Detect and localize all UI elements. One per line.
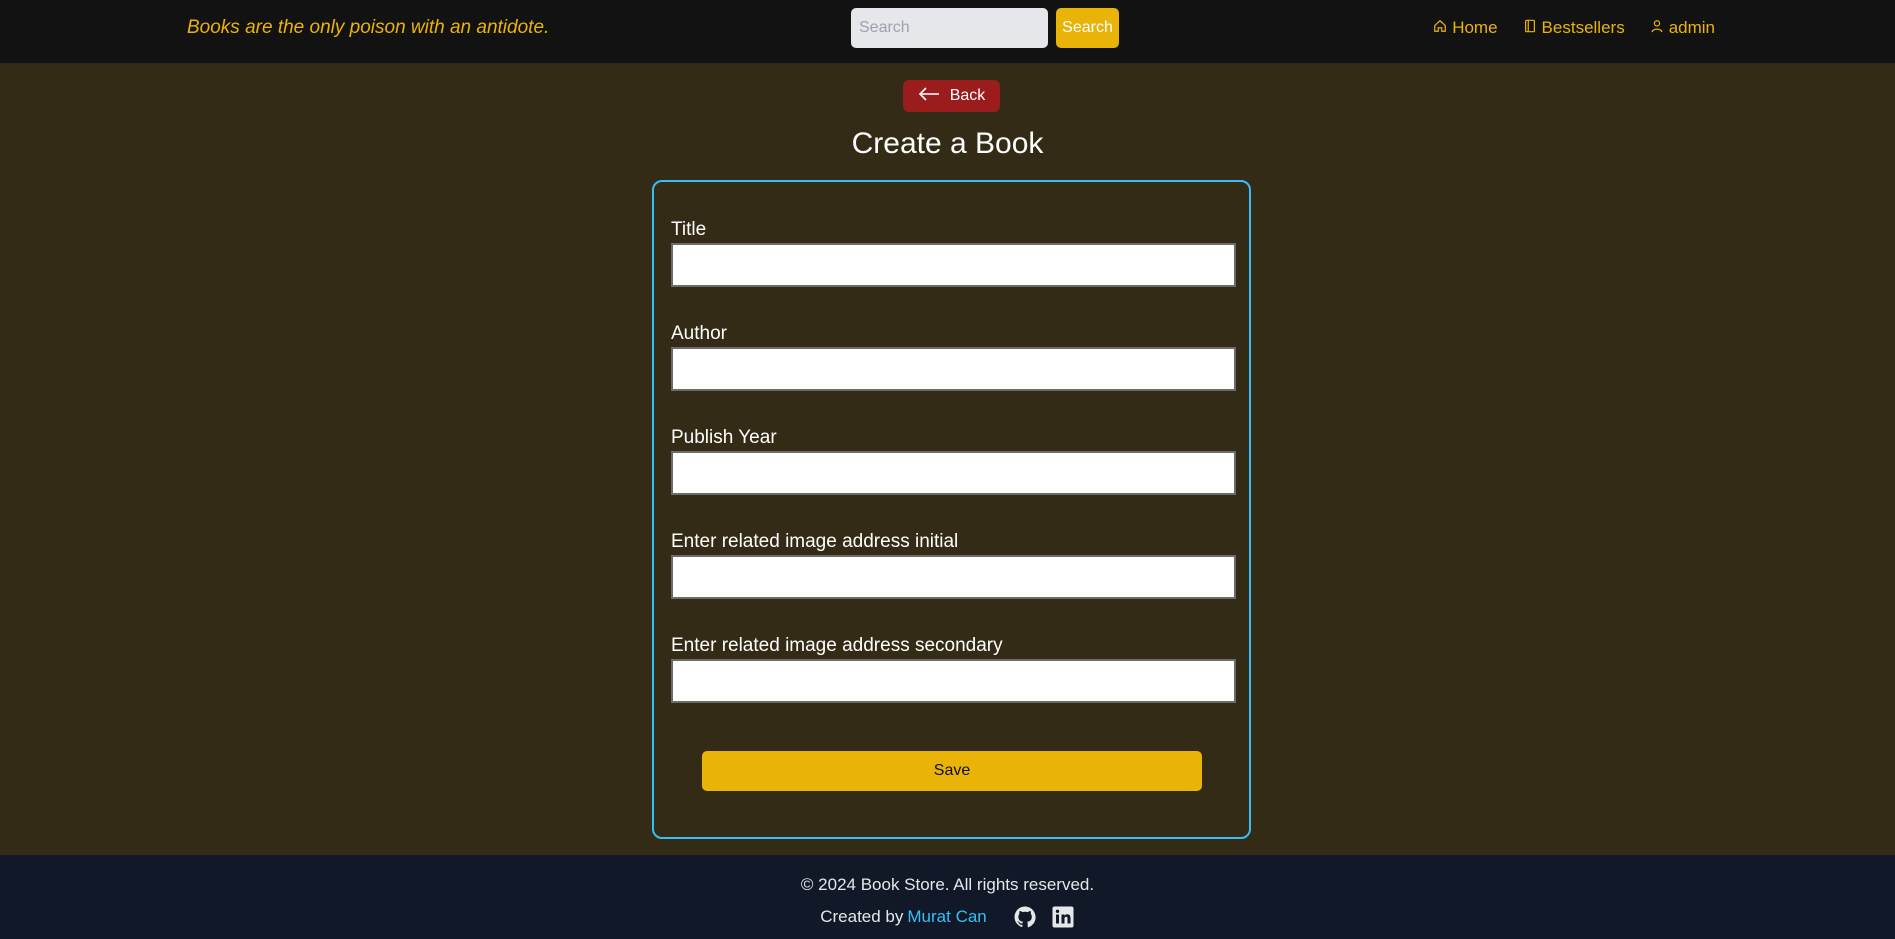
- nav-home[interactable]: Home: [1433, 18, 1498, 38]
- user-icon: [1650, 18, 1664, 38]
- publish-year-label: Publish Year: [671, 427, 777, 448]
- back-button[interactable]: Back: [903, 80, 1000, 112]
- main-nav: Home Bestsellers admin: [1433, 18, 1715, 38]
- image-initial-field-group: Enter related image address initial: [671, 531, 1236, 599]
- author-field-group: Author: [671, 323, 1236, 391]
- author-label: Author: [671, 323, 727, 344]
- image-initial-label: Enter related image address initial: [671, 531, 959, 552]
- title-input[interactable]: [671, 243, 1236, 287]
- nav-user[interactable]: admin: [1650, 18, 1715, 38]
- github-icon[interactable]: [1013, 905, 1037, 929]
- linkedin-icon[interactable]: [1051, 905, 1075, 929]
- create-book-form: Title Author Publish Year Enter related …: [652, 180, 1251, 839]
- credits: Created by Murat Can: [0, 905, 1895, 929]
- author-link[interactable]: Murat Can: [907, 907, 986, 927]
- image-secondary-label: Enter related image address secondary: [671, 635, 1003, 656]
- nav-user-label: admin: [1668, 18, 1715, 37]
- title-field-group: Title: [671, 219, 1236, 287]
- nav-bestsellers[interactable]: Bestsellers: [1523, 18, 1625, 38]
- search-input[interactable]: [851, 8, 1048, 48]
- copyright-text: © 2024 Book Store. All rights reserved.: [800, 875, 1095, 894]
- search-button[interactable]: Search: [1056, 8, 1119, 48]
- image-initial-input[interactable]: [671, 555, 1236, 599]
- created-by-text: Created by: [820, 907, 904, 926]
- footer: © 2024 Book Store. All rights reserved. …: [0, 855, 1895, 939]
- page-title: Create a Book: [851, 127, 1044, 160]
- title-label: Title: [671, 219, 707, 240]
- publish-year-field-group: Publish Year: [671, 427, 1236, 495]
- site-tagline: Books are the only poison with an antido…: [187, 17, 550, 38]
- author-input[interactable]: [671, 347, 1236, 391]
- arrow-left-icon: [918, 86, 940, 106]
- book-icon: [1523, 18, 1537, 38]
- nav-home-label: Home: [1452, 18, 1498, 37]
- publish-year-input[interactable]: [671, 451, 1236, 495]
- save-button[interactable]: Save: [702, 751, 1202, 791]
- back-button-label: Back: [949, 87, 986, 104]
- top-navbar: Books are the only poison with an antido…: [0, 0, 1895, 64]
- nav-bestsellers-label: Bestsellers: [1541, 18, 1625, 37]
- image-secondary-input[interactable]: [671, 659, 1236, 703]
- home-icon: [1433, 18, 1447, 38]
- image-secondary-field-group: Enter related image address secondary: [671, 635, 1236, 703]
